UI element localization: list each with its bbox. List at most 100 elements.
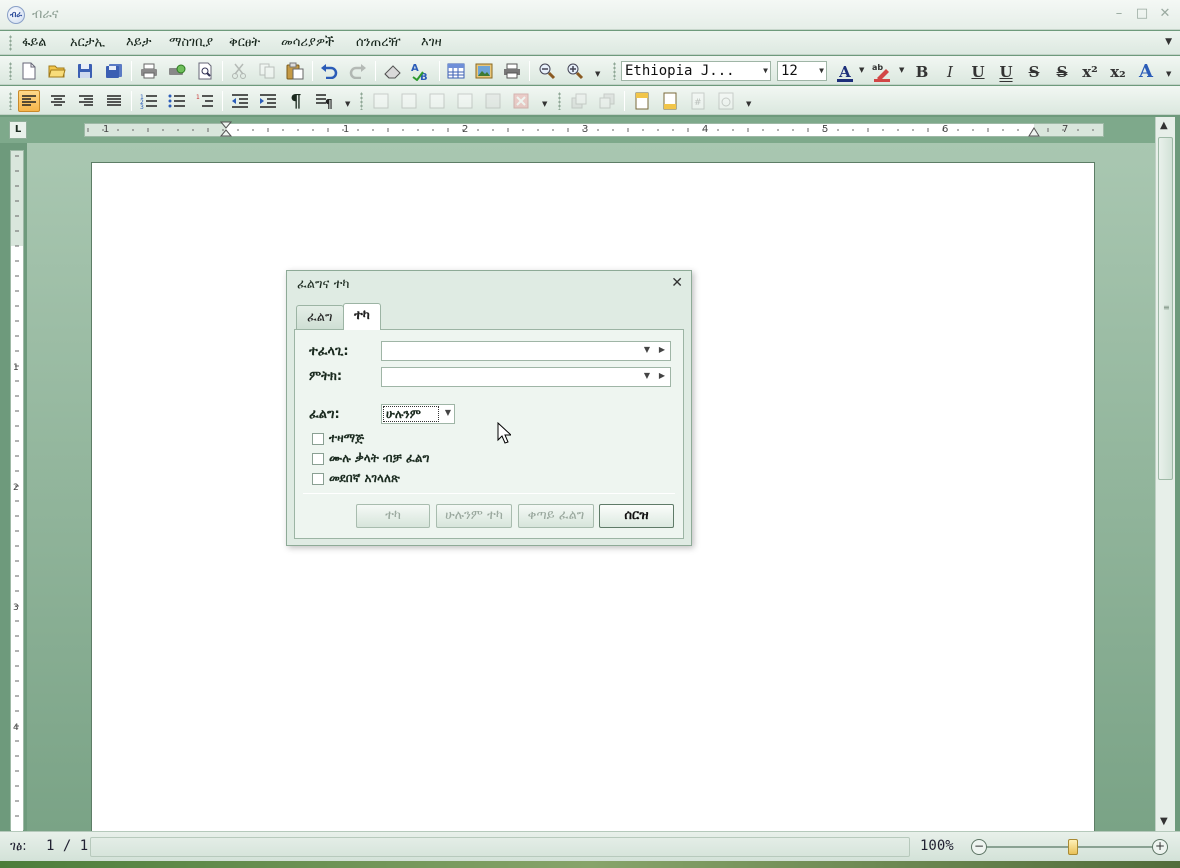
menu-tools[interactable]: መሳሪያዎች xyxy=(281,35,334,50)
table-delete-row-icon[interactable] xyxy=(426,90,448,112)
print-icon[interactable] xyxy=(138,60,160,82)
spellcheck-icon[interactable]: AB xyxy=(410,60,432,82)
subscript-icon[interactable]: x₂ xyxy=(1107,62,1129,82)
redo-icon[interactable] xyxy=(347,60,369,82)
right-indent-marker-icon[interactable] xyxy=(1028,127,1040,137)
whole-word-checkbox[interactable] xyxy=(312,453,324,465)
zoom-out-icon[interactable] xyxy=(536,60,558,82)
chevron-down-icon[interactable]: ▼ xyxy=(859,66,864,74)
image-icon[interactable] xyxy=(473,60,495,82)
multilevel-list-icon[interactable]: 1 xyxy=(194,90,216,112)
close-icon[interactable]: ✕ xyxy=(1156,5,1174,23)
table-icon[interactable] xyxy=(445,60,467,82)
zoom-slider-thumb[interactable] xyxy=(1068,839,1079,855)
replace-input[interactable]: ▼ ▶ xyxy=(381,367,671,387)
search-scope-select[interactable]: ሁሉንም ▼ xyxy=(381,404,455,424)
object-back-icon[interactable] xyxy=(596,90,618,112)
align-center-icon[interactable] xyxy=(47,90,69,112)
zoom-in-icon[interactable]: + xyxy=(1152,839,1168,855)
chevron-down-icon[interactable]: ▼ xyxy=(1165,37,1172,47)
bullet-list-icon[interactable] xyxy=(166,90,188,112)
toolbar-overflow-icon[interactable]: ▼ xyxy=(345,100,350,108)
vertical-scrollbar[interactable]: ▲ ≡ ▼ xyxy=(1155,117,1175,831)
regex-checkbox[interactable] xyxy=(312,473,324,485)
new-document-icon[interactable] xyxy=(18,60,40,82)
font-color-icon[interactable]: A xyxy=(834,62,856,82)
grip-icon[interactable] xyxy=(9,62,12,80)
date-time-icon[interactable] xyxy=(715,90,737,112)
copy-icon[interactable] xyxy=(256,60,278,82)
printer-icon[interactable] xyxy=(501,60,523,82)
underline-icon[interactable]: U xyxy=(967,62,989,82)
save-icon[interactable] xyxy=(74,60,96,82)
strikethrough-icon[interactable]: S xyxy=(1023,62,1045,82)
find-next-button[interactable]: ቀጣይ ፈልግ xyxy=(518,504,594,528)
save-all-icon[interactable] xyxy=(103,60,125,82)
superscript-icon[interactable]: x² xyxy=(1079,62,1101,82)
bold-icon[interactable]: B xyxy=(911,62,933,82)
replace-button[interactable]: ተካ xyxy=(356,504,430,528)
menu-file[interactable]: ፋይል xyxy=(22,35,47,50)
replace-all-button[interactable]: ሁሉንም ተካ xyxy=(436,504,512,528)
tab-replace[interactable]: ተካ xyxy=(343,303,381,330)
table-insert-column-icon[interactable] xyxy=(398,90,420,112)
cut-icon[interactable] xyxy=(228,60,250,82)
tab-find[interactable]: ፈልግ xyxy=(296,305,344,329)
horizontal-ruler[interactable]: 1 1 2 3 4 5 6 7 xyxy=(84,121,1104,137)
text-effect-icon[interactable]: A xyxy=(1135,62,1157,82)
maximize-icon[interactable]: □ xyxy=(1133,5,1151,23)
cancel-button[interactable]: ሰርዝ xyxy=(599,504,674,528)
chevron-right-icon[interactable]: ▶ xyxy=(659,345,665,354)
menu-edit[interactable]: አርታኢ xyxy=(70,35,105,50)
zoom-out-icon[interactable]: − xyxy=(971,839,987,855)
double-strikethrough-icon[interactable]: S xyxy=(1051,62,1073,82)
find-input[interactable]: ▼ ▶ xyxy=(381,341,671,361)
find-icon[interactable] xyxy=(194,60,216,82)
decrease-indent-icon[interactable] xyxy=(229,90,251,112)
zoom-in-icon[interactable] xyxy=(564,60,586,82)
menu-format[interactable]: ቅርፀት xyxy=(229,35,260,50)
indent-marker-icon[interactable] xyxy=(220,121,232,137)
tab-stop-selector[interactable]: L xyxy=(9,121,27,139)
table-delete-icon[interactable] xyxy=(510,90,532,112)
table-delete-column-icon[interactable] xyxy=(454,90,476,112)
toolbar-overflow-icon[interactable]: ▼ xyxy=(1166,70,1171,78)
menu-table[interactable]: ሰንጠረዥ xyxy=(356,35,401,50)
table-merge-icon[interactable] xyxy=(482,90,504,112)
chevron-down-icon[interactable]: ▼ xyxy=(644,345,650,354)
align-left-icon[interactable] xyxy=(18,90,40,112)
close-icon[interactable]: ✕ xyxy=(671,275,683,291)
grip-icon[interactable] xyxy=(9,92,12,110)
toolbar-overflow-icon[interactable]: ▼ xyxy=(595,70,600,78)
italic-icon[interactable]: I xyxy=(939,62,961,82)
grip-icon[interactable] xyxy=(360,92,363,110)
grip-icon[interactable] xyxy=(613,62,616,80)
paragraph-mark-icon[interactable]: ¶ xyxy=(285,90,307,112)
print-preview-icon[interactable] xyxy=(166,60,188,82)
grip-icon[interactable] xyxy=(558,92,561,110)
chevron-down-icon[interactable]: ▼ xyxy=(644,371,650,380)
menu-insert[interactable]: ማስገቢያ xyxy=(169,35,213,50)
eraser-icon[interactable] xyxy=(382,60,404,82)
menu-view[interactable]: እይታ xyxy=(126,35,151,50)
match-case-checkbox[interactable] xyxy=(312,433,324,445)
undo-icon[interactable] xyxy=(318,60,340,82)
justify-icon[interactable] xyxy=(103,90,125,112)
double-underline-icon[interactable]: U xyxy=(995,62,1017,82)
numbered-list-icon[interactable]: 123 xyxy=(138,90,160,112)
menu-help[interactable]: እገዛ xyxy=(421,35,442,50)
toolbar-overflow-icon[interactable]: ▼ xyxy=(746,100,751,108)
paragraph-direction-icon[interactable]: ¶ xyxy=(313,90,335,112)
chevron-right-icon[interactable]: ▶ xyxy=(659,371,665,380)
scroll-up-icon[interactable]: ▲ xyxy=(1160,120,1168,131)
paste-icon[interactable] xyxy=(284,60,306,82)
vertical-ruler[interactable]: 1 2 3 4 xyxy=(10,150,24,831)
font-size-combo[interactable]: 12 ▼ xyxy=(777,61,827,81)
minimize-icon[interactable]: – xyxy=(1110,5,1128,23)
grip-icon[interactable] xyxy=(9,35,12,51)
highlight-icon[interactable]: ab xyxy=(871,62,893,82)
chevron-down-icon[interactable]: ▼ xyxy=(899,66,904,74)
object-front-icon[interactable] xyxy=(568,90,590,112)
open-folder-icon[interactable] xyxy=(46,60,68,82)
align-right-icon[interactable] xyxy=(75,90,97,112)
